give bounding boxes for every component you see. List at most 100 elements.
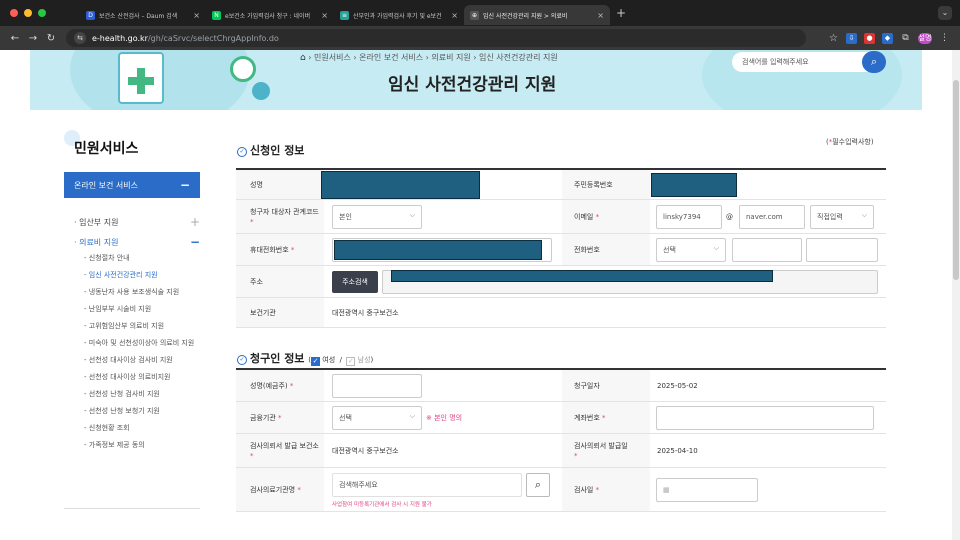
depositor-label: 성명(예금주) * (236, 370, 324, 401)
tab-close-icon[interactable]: × (321, 11, 328, 20)
exam-date-label: 검사일 * (562, 468, 650, 511)
sidebar-item-medical-support[interactable]: · 의료비 지원 − (74, 232, 200, 252)
browser-tab[interactable]: Ne보건소 가임력검사 청구 : 네이버 × (206, 5, 334, 25)
depositor-field[interactable] (332, 374, 422, 398)
extension-red-icon[interactable]: ● (864, 32, 875, 44)
browser-tab[interactable]: ≡ 산부인과 가임력검사 후기 및 e보건 × (334, 5, 464, 25)
sidebar-list: · 임산부 지원 + · 의료비 지원 − - 신청절차 안내 - 임신 사전건강… (74, 212, 200, 456)
tab-close-icon[interactable]: × (597, 11, 604, 20)
page-content: ⌂ › 민원서비스 › 온라인 보건 서비스 › 의료비 지원 › 임신 사전건… (0, 50, 960, 540)
maximize-window-button[interactable] (38, 9, 46, 17)
sidebar-subitem[interactable]: - 냉동난자 사용 보조생식술 지원 (84, 286, 200, 298)
forward-icon[interactable]: → (24, 33, 42, 44)
collapse-icon[interactable]: − (190, 235, 200, 249)
sidebar-subitem[interactable]: - 미숙아 및 선천성이상아 의료비 지원 (84, 337, 200, 349)
sidebar-subitem[interactable]: - 선천성 난청 보청기 지원 (84, 405, 200, 417)
sidebar-subitem[interactable]: - 선천성 난청 검사비 지원 (84, 388, 200, 400)
profile-avatar[interactable]: 설명 (918, 32, 932, 44)
browser-tab-bar: D 보건소 산전검사 – Daum 검색 × Ne보건소 가임력검사 청구 : 네이버… (0, 0, 960, 26)
email-domain-select[interactable]: 직접입력 (810, 205, 874, 229)
male-label: 남성 (357, 356, 371, 364)
sidebar-subitem[interactable]: - 임신 사전건강관리 지원 (84, 269, 200, 281)
relation-select[interactable]: 본인 (332, 205, 422, 229)
close-window-button[interactable] (10, 9, 18, 17)
sidebar-subitem[interactable]: - 난임부부 시술비 지원 (84, 303, 200, 315)
page-scrollbar[interactable] (952, 50, 960, 540)
heart-circle-icon (252, 82, 270, 100)
collapse-icon[interactable]: − (180, 178, 190, 192)
email-id-field[interactable]: linsky7394 (656, 205, 722, 229)
female-label: 여성 (322, 356, 336, 364)
bank-owner-note: ※ 본인 명의 (426, 414, 463, 422)
facility-search-icon[interactable]: ⌕ (526, 473, 550, 497)
sidebar-subitem[interactable]: - 고위험임산부 의료비 지원 (84, 320, 200, 332)
tab-favicon-icon: D (86, 10, 95, 20)
tab-favicon-icon: ≡ (340, 10, 349, 20)
browser-toolbar: ← → ↻ ⇆ e-health.go.kr /gh/caSrvc/select… (0, 26, 960, 50)
address-redacted (391, 270, 773, 282)
reload-icon[interactable]: ↻ (42, 33, 60, 44)
relation-label: 청구자 대상자 관계코드 * (236, 200, 324, 233)
sidebar-subitem[interactable]: - 신청현황 조회 (84, 422, 200, 434)
required-note: (*필수입력사항) (826, 138, 874, 146)
scrollbar-thumb[interactable] (953, 80, 959, 280)
claim-date-value: 2025-05-02 (657, 382, 698, 390)
back-icon[interactable]: ← (6, 33, 24, 44)
phone-last-field[interactable] (806, 238, 878, 262)
search-icon[interactable]: ⌕ (862, 51, 886, 73)
calendar-icon[interactable]: ▦ (663, 486, 670, 494)
claim-date-label: 청구일자 (562, 370, 650, 401)
health-center-label: 보건기관 (236, 298, 324, 327)
address-search-button[interactable]: 주소검색 (332, 271, 378, 293)
rrn-redacted (651, 173, 737, 197)
sidebar-item-label: · 임산부 지원 (74, 217, 119, 227)
issue-date-label: 검사의뢰서 발급일 * (562, 434, 650, 467)
extension-download-icon[interactable]: ⇩ (846, 32, 857, 44)
phone-area-select[interactable]: 선택 (656, 238, 726, 262)
email-domain-field[interactable]: naver.com (739, 205, 805, 229)
browser-tab[interactable]: D 보건소 산전검사 – Daum 검색 × (80, 5, 206, 25)
sidebar-item-maternity[interactable]: · 임산부 지원 + (74, 212, 200, 232)
facility-search-field[interactable]: 검색해주세요 (332, 473, 522, 497)
sidebar-subitem[interactable]: - 선천성 대사이상 검사비 지원 (84, 354, 200, 366)
female-checkbox[interactable]: ✓ (311, 357, 321, 366)
health-circle-icon (230, 56, 256, 82)
expand-icon[interactable]: + (190, 215, 200, 229)
row-address: 주소 주소검색 (236, 266, 886, 298)
site-info-icon[interactable]: ⇆ (74, 32, 86, 44)
sidebar-subitem[interactable]: - 가족정보 제공 동의 (84, 439, 200, 451)
extensions-puzzle-icon[interactable]: ⧉ (900, 33, 911, 44)
sidebar-menu-online-health[interactable]: 온라인 보건 서비스 − (64, 172, 200, 198)
sidebar-subitem[interactable]: - 선천성 대사이상 의료비지원 (84, 371, 200, 383)
male-checkbox[interactable]: ✓ (346, 357, 356, 366)
row-relation: 청구자 대상자 관계코드 * 본인 이메일 * linsky7394 @ nav… (236, 200, 886, 234)
browser-tab[interactable]: ⊕ 임신 사전건강관리 지원 > 의료비 × (464, 5, 610, 25)
breadcrumb-item[interactable]: 민원서비스 (314, 53, 351, 62)
clipboard-illustration-icon (118, 52, 164, 104)
minimize-window-button[interactable] (24, 9, 32, 17)
exam-date-field[interactable]: ▦ (656, 478, 758, 502)
account-number-field[interactable] (656, 406, 874, 430)
extension-shield-icon[interactable]: ◆ (882, 32, 893, 44)
sidebar-menu-label: 온라인 보건 서비스 (74, 180, 138, 190)
breadcrumb-item[interactable]: 임신 사전건강관리 지원 (479, 53, 558, 62)
name-redacted (321, 171, 480, 199)
menu-kebab-icon[interactable]: ⋮ (939, 33, 950, 44)
tab-close-icon[interactable]: × (451, 11, 458, 20)
bookmark-star-icon[interactable]: ☆ (828, 33, 839, 44)
address-bar[interactable]: ⇆ e-health.go.kr /gh/caSrvc/selectChrgAp… (66, 29, 806, 47)
bank-select[interactable]: 선택 (332, 406, 422, 430)
breadcrumb-item[interactable]: 온라인 보건 서비스 (359, 53, 423, 62)
phone-middle-field[interactable] (732, 238, 802, 262)
applicant-section-label: 신청인 정보 (250, 144, 305, 157)
tab-search-button[interactable]: ⌄ (938, 6, 952, 20)
sidebar-subitem[interactable]: - 신청절차 안내 (84, 252, 200, 264)
breadcrumb-item[interactable]: 의료비 지원 (431, 53, 470, 62)
tab-close-icon[interactable]: × (193, 11, 200, 20)
claimant-section-title: ✓ 청구인 정보 (✓ 여성 / ✓ 남성) (237, 350, 373, 366)
facility-hint: 사업참여 미등록기관에서 검사 시 지원 불가 (332, 502, 432, 508)
home-icon[interactable]: ⌂ (300, 53, 306, 63)
new-tab-button[interactable]: + (616, 6, 626, 20)
applicant-form: 성명 주민등록번호 청구자 대상자 관계코드 * 본인 이메일 * linsky… (236, 168, 886, 328)
tab-label: e보건소 가임력검사 청구 : 네이버 (225, 12, 311, 20)
